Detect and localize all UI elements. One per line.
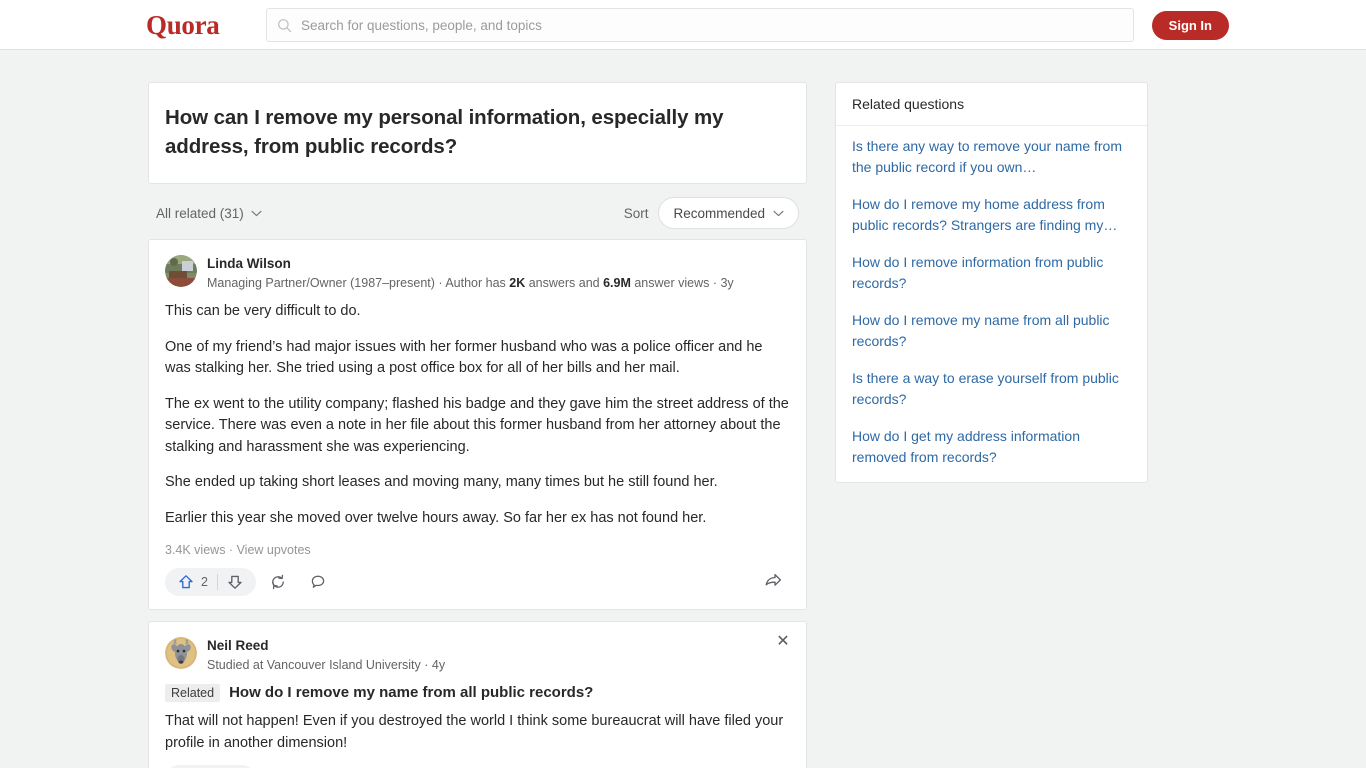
related-questions-list: Is there any way to remove your name fro… <box>836 126 1147 482</box>
author-credential: Managing Partner/Owner (1987–present) · … <box>207 274 734 292</box>
chevron-down-icon <box>773 210 784 216</box>
repost-icon <box>272 574 284 590</box>
sign-in-button[interactable]: Sign In <box>1151 11 1229 40</box>
answer-paragraph: The ex went to the utility company; flas… <box>165 395 789 455</box>
answer-paragraph: This can be very difficult to do. <box>165 303 361 319</box>
upvote-arrow-icon <box>179 575 193 589</box>
related-question-link[interactable]: Is there any way to remove your name fro… <box>852 136 1131 178</box>
deer-avatar-image <box>165 637 197 669</box>
sort-dropdown[interactable]: Recommended <box>658 197 799 229</box>
answer-header: Linda Wilson Managing Partner/Owner (198… <box>165 254 790 292</box>
repost-button[interactable] <box>260 568 296 596</box>
filter-bar: All related (31) Sort Recommended <box>156 194 807 232</box>
all-related-label: All related (31) <box>156 205 244 221</box>
author-name[interactable]: Neil Reed <box>207 637 445 654</box>
search-bar[interactable] <box>266 8 1134 42</box>
credential-suffix: answer views · 3y <box>630 276 734 290</box>
answer-header: Neil Reed Studied at Vancouver Island Un… <box>165 636 790 674</box>
answer-card: ✕ Neil Reed Studied at Vancouver Island … <box>148 621 807 768</box>
sort-group: Sort Recommended <box>624 197 799 229</box>
sort-label: Sort <box>623 205 649 221</box>
credential-mid: answers and <box>525 276 604 290</box>
answer-body: That will not happen! Even if you destro… <box>165 711 790 754</box>
answer-paragraph: Earlier this year she moved over twelve … <box>165 509 707 526</box>
action-bar: 2 <box>165 561 790 603</box>
close-icon[interactable]: ✕ <box>772 631 794 653</box>
chevron-down-icon <box>251 210 262 216</box>
sort-value: Recommended <box>673 205 765 221</box>
related-question-link[interactable]: How do I remove my home address from pub… <box>852 194 1131 236</box>
author-name[interactable]: Linda Wilson <box>207 255 734 272</box>
sidebar-column: Related questions Is there any way to re… <box>835 82 1148 483</box>
author-meta: Linda Wilson Managing Partner/Owner (198… <box>207 254 734 292</box>
views-stat: 3.4K views <box>165 543 226 557</box>
related-question-title[interactable]: How do I remove my name from all public … <box>229 684 593 701</box>
search-input[interactable] <box>301 17 1123 33</box>
credential-prefix: Managing Partner/Owner (1987–present) · … <box>207 276 510 290</box>
downvote-button[interactable] <box>218 569 252 595</box>
author-meta: Neil Reed Studied at Vancouver Island Un… <box>207 636 445 674</box>
related-question-link[interactable]: How do I remove my name from all public … <box>852 310 1131 352</box>
page-body: How can I remove my personal information… <box>0 50 1366 768</box>
related-question-link[interactable]: How do I remove information from public … <box>852 252 1131 294</box>
answer-paragraph: That will not happen! Even if you destro… <box>165 713 784 751</box>
related-question-line: Related How do I remove my name from all… <box>165 684 790 702</box>
views-count: 6.9M <box>603 276 631 290</box>
question-card: How can I remove my personal information… <box>148 82 807 184</box>
comment-button[interactable] <box>300 568 342 596</box>
photo-avatar-image <box>165 255 197 287</box>
related-badge: Related <box>165 684 221 702</box>
view-upvotes-link[interactable]: View upvotes <box>237 543 311 557</box>
page-title: How can I remove my personal information… <box>165 106 724 158</box>
share-arrow-icon <box>765 573 782 586</box>
related-question-link[interactable]: How do I get my address information remo… <box>852 426 1131 468</box>
related-questions-title: Related questions <box>836 83 1147 126</box>
answer-paragraph: One of my friend’s had major issues with… <box>165 338 763 377</box>
upvote-count: 2 <box>201 575 208 589</box>
share-button[interactable] <box>762 571 784 593</box>
search-icon <box>278 18 292 32</box>
related-question-link[interactable]: Is there a way to erase yourself from pu… <box>852 368 1131 410</box>
quora-logo[interactable]: Quora <box>146 8 220 42</box>
answer-stats: 3.4K views · View upvotes <box>165 543 790 557</box>
vote-pill: 2 <box>165 568 256 596</box>
stats-separator: · <box>225 543 237 557</box>
avatar[interactable] <box>165 637 197 669</box>
answers-count: 2K <box>509 276 526 290</box>
site-header: Quora Sign In <box>0 0 1366 50</box>
answer-paragraph: She ended up taking short leases and mov… <box>165 474 718 490</box>
author-credential: Studied at Vancouver Island University ·… <box>207 658 446 672</box>
action-bar: 2 <box>165 758 790 768</box>
related-questions-card: Related questions Is there any way to re… <box>835 82 1148 483</box>
downvote-arrow-icon <box>228 575 242 589</box>
upvote-button[interactable]: 2 <box>169 569 217 595</box>
avatar[interactable] <box>165 255 197 287</box>
all-related-dropdown[interactable]: All related (31) <box>156 206 262 221</box>
answer-body: This can be very difficult to do. One of… <box>165 301 790 529</box>
main-column: How can I remove my personal information… <box>148 82 807 768</box>
answer-card: Linda Wilson Managing Partner/Owner (198… <box>148 239 807 610</box>
comment-bubble-icon <box>311 575 325 588</box>
